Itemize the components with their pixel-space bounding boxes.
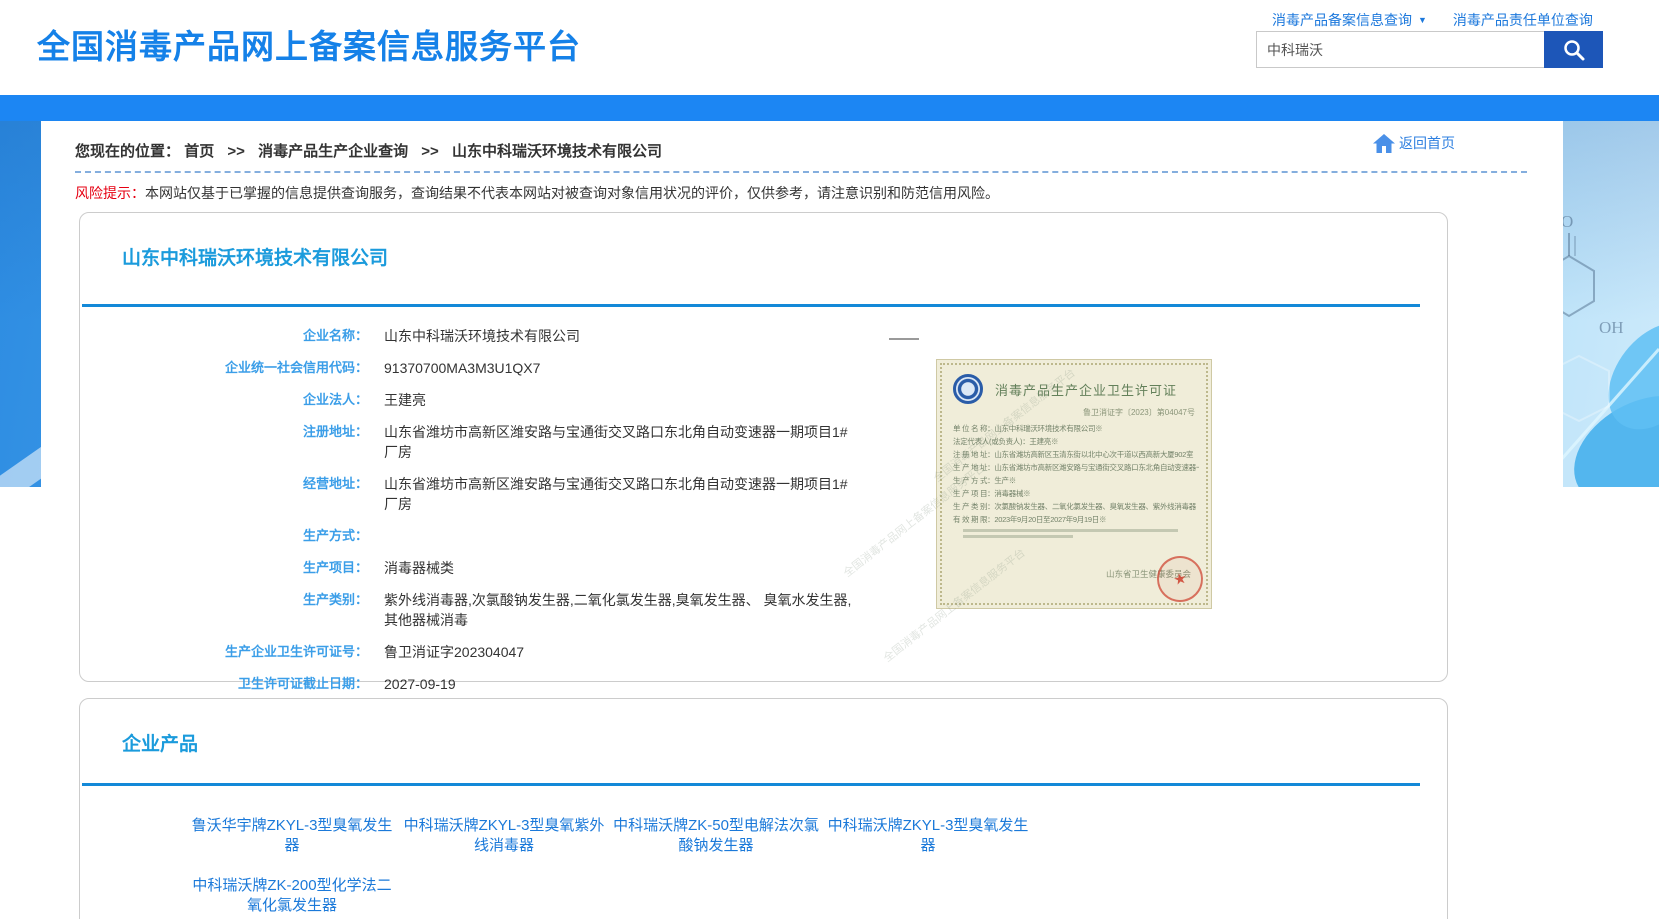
field-value: 消毒器械类 bbox=[384, 558, 454, 578]
breadcrumb-prefix: 您现在的位置： bbox=[75, 143, 180, 160]
page-title: 全国消毒产品网上备案信息服务平台 bbox=[37, 20, 581, 68]
breadcrumb-separator: >> bbox=[421, 143, 439, 160]
image-placeholder-dash bbox=[889, 338, 919, 340]
field-row: 企业法人： 王建亮 bbox=[80, 390, 880, 410]
nav-link-filing-query[interactable]: 消毒产品备案信息查询 ▼ bbox=[1272, 10, 1427, 30]
nav-link-unit-query-label: 消毒产品责任单位查询 bbox=[1453, 10, 1593, 30]
field-value: 山东省潍坊市高新区潍安路与宝通街交叉路口东北角自动变速器一期项目1#厂房 bbox=[384, 474, 854, 514]
product-link[interactable]: 中科瑞沃牌ZKYL-3型臭氧发生器 bbox=[822, 816, 1034, 856]
field-value: 紫外线消毒器,次氯酸钠发生器,二氧化氯发生器,臭氧发生器、 臭氧水发生器,其他器… bbox=[384, 590, 854, 630]
certificate-emblem-icon bbox=[953, 374, 983, 404]
certificate-header: 消毒产品生产企业卫生许可证 bbox=[937, 360, 1211, 404]
breadcrumb-item-home[interactable]: 首页 bbox=[184, 143, 214, 160]
field-row: 生产项目： 消毒器械类 bbox=[80, 558, 880, 578]
field-value: 91370700MA3M3U1QX7 bbox=[384, 358, 540, 378]
products-card: 企业产品 鲁沃华宇牌ZKYL-3型臭氧发生器 中科瑞沃牌ZKYL-3型臭氧紫外线… bbox=[79, 698, 1448, 919]
certificate-line: 法定代表人(或负责人)：王建亮※ bbox=[953, 435, 1199, 448]
field-value: 2027-09-19 bbox=[384, 674, 456, 694]
field-row: 生产企业卫生许可证号： 鲁卫消证字202304047 bbox=[80, 642, 880, 662]
section-underline bbox=[82, 783, 1420, 786]
product-list: 鲁沃华宇牌ZKYL-3型臭氧发生器 中科瑞沃牌ZKYL-3型臭氧紫外线消毒器 中… bbox=[186, 816, 1086, 919]
certificate-note-bar bbox=[963, 529, 1178, 532]
field-label: 卫生许可证截止日期： bbox=[80, 674, 368, 694]
risk-notice-label: 风险提示： bbox=[75, 185, 145, 201]
certificate-line: 单 位 名 称：山东中科瑞沃环境技术有限公司※ bbox=[953, 422, 1199, 435]
field-label: 生产企业卫生许可证号： bbox=[80, 642, 368, 662]
risk-notice: 风险提示：本网站仅基于已掌握的信息提供查询服务，查询结果不代表本网站对被查询对象… bbox=[75, 183, 999, 203]
license-certificate-image: 全国消毒产品网上备案信息服务平台 全国消毒产品网上备案信息服务平台 全国消毒产品… bbox=[881, 347, 1213, 615]
field-label: 企业统一社会信用代码： bbox=[80, 358, 368, 378]
certificate-body: 单 位 名 称：山东中科瑞沃环境技术有限公司※ 法定代表人(或负责人)：王建亮※… bbox=[937, 418, 1211, 526]
svg-text:OH: OH bbox=[1599, 318, 1624, 337]
field-row: 企业统一社会信用代码： 91370700MA3M3U1QX7 bbox=[80, 358, 880, 378]
official-seal-icon: ★ bbox=[1153, 552, 1208, 607]
field-label: 企业法人： bbox=[80, 390, 368, 410]
field-label: 经营地址： bbox=[80, 474, 368, 514]
search-bar bbox=[1256, 31, 1603, 68]
content-wrapper: 您现在的位置： 首页 >> 消毒产品生产企业查询 >> 山东中科瑞沃环境技术有限… bbox=[41, 121, 1563, 919]
field-value: 鲁卫消证字202304047 bbox=[384, 642, 524, 662]
chevron-down-icon: ▼ bbox=[1418, 15, 1427, 25]
certificate-number: 鲁卫消证字〔2023〕第04047号 bbox=[937, 407, 1211, 418]
company-info-card: 山东中科瑞沃环境技术有限公司 企业名称： 山东中科瑞沃环境技术有限公司 企业统一… bbox=[79, 212, 1448, 682]
seal-star-icon: ★ bbox=[1172, 569, 1189, 589]
breadcrumb-item-current: 山东中科瑞沃环境技术有限公司 bbox=[452, 143, 662, 160]
products-title: 企业产品 bbox=[122, 729, 198, 756]
certificate-note-bar bbox=[963, 535, 1073, 538]
product-link[interactable]: 中科瑞沃牌ZKYL-3型臭氧紫外线消毒器 bbox=[398, 816, 610, 856]
product-link[interactable]: 中科瑞沃牌ZK-200型化学法二氧化氯发生器 bbox=[186, 876, 398, 916]
field-label: 生产项目： bbox=[80, 558, 368, 578]
return-home-link[interactable]: 返回首页 bbox=[1373, 133, 1455, 153]
nav-link-filing-query-label: 消毒产品备案信息查询 bbox=[1272, 10, 1412, 30]
home-icon bbox=[1373, 134, 1395, 153]
company-fields: 企业名称： 山东中科瑞沃环境技术有限公司 企业统一社会信用代码： 9137070… bbox=[80, 326, 880, 706]
field-row: 经营地址： 山东省潍坊市高新区潍安路与宝通街交叉路口东北角自动变速器一期项目1#… bbox=[80, 474, 880, 514]
certificate-title: 消毒产品生产企业卫生许可证 bbox=[995, 380, 1177, 399]
field-value: 山东中科瑞沃环境技术有限公司 bbox=[384, 326, 580, 346]
product-link[interactable]: 中科瑞沃牌ZK-50型电解法次氯酸钠发生器 bbox=[610, 816, 822, 856]
dashed-divider bbox=[75, 171, 1527, 173]
product-link[interactable]: 鲁沃华宇牌ZKYL-3型臭氧发生器 bbox=[186, 816, 398, 856]
certificate-line: 有 效 期 限：2023年9月20日至2027年9月19日※ bbox=[953, 513, 1199, 526]
top-band bbox=[0, 95, 1659, 121]
certificate-line: 生 产 项 目：消毒器械※ bbox=[953, 487, 1199, 500]
certificate-line: 生 产 类 别：次氯酸钠发生器、二氧化氯发生器、臭氧发生器、紫外线消毒器 bbox=[953, 500, 1199, 513]
certificate-line: 注 册 地 址：山东省潍坊高新区玉清东街以北中心次干道以西高新大厦902室 bbox=[953, 448, 1199, 461]
breadcrumb: 您现在的位置： 首页 >> 消毒产品生产企业查询 >> 山东中科瑞沃环境技术有限… bbox=[75, 140, 662, 161]
company-name-title: 山东中科瑞沃环境技术有限公司 bbox=[122, 243, 388, 270]
certificate-note bbox=[937, 529, 1211, 538]
field-label: 企业名称： bbox=[80, 326, 368, 346]
certificate-line: 生 产 地 址：山东省潍坊市高新区潍安路与宝通街交叉路口东北角自动变速器一期项目… bbox=[953, 461, 1199, 474]
field-value: 山东省潍坊市高新区潍安路与宝通街交叉路口东北角自动变速器一期项目1#厂房 bbox=[384, 422, 854, 462]
license-certificate: 消毒产品生产企业卫生许可证 鲁卫消证字〔2023〕第04047号 单 位 名 称… bbox=[936, 359, 1212, 609]
nav-link-unit-query[interactable]: 消毒产品责任单位查询 bbox=[1453, 10, 1593, 30]
search-button[interactable] bbox=[1544, 31, 1603, 68]
certificate-line: 生 产 方 式：生产※ bbox=[953, 474, 1199, 487]
field-label: 生产类别： bbox=[80, 590, 368, 630]
field-label: 生产方式： bbox=[80, 526, 368, 546]
field-label: 注册地址： bbox=[80, 422, 368, 462]
field-row: 生产类别： 紫外线消毒器,次氯酸钠发生器,二氧化氯发生器,臭氧发生器、 臭氧水发… bbox=[80, 590, 880, 630]
risk-notice-text: 本网站仅基于已掌握的信息提供查询服务，查询结果不代表本网站对被查询对象信用状况的… bbox=[145, 185, 999, 201]
field-row: 企业名称： 山东中科瑞沃环境技术有限公司 bbox=[80, 326, 880, 346]
search-input[interactable] bbox=[1256, 31, 1544, 68]
field-row: 卫生许可证截止日期： 2027-09-19 bbox=[80, 674, 880, 694]
section-underline bbox=[82, 304, 1420, 307]
breadcrumb-item-company-query[interactable]: 消毒产品生产企业查询 bbox=[258, 143, 408, 160]
page: 全国消毒产品网上备案信息服务平台 消毒产品备案信息查询 ▼ 消毒产品责任单位查询 bbox=[0, 0, 1659, 919]
field-value: 王建亮 bbox=[384, 390, 426, 410]
return-home-label: 返回首页 bbox=[1399, 133, 1455, 153]
search-icon bbox=[1562, 38, 1586, 62]
field-row: 注册地址： 山东省潍坊市高新区潍安路与宝通街交叉路口东北角自动变速器一期项目1#… bbox=[80, 422, 880, 462]
top-nav: 消毒产品备案信息查询 ▼ 消毒产品责任单位查询 bbox=[1272, 10, 1593, 30]
field-row: 生产方式： bbox=[80, 526, 880, 546]
breadcrumb-separator: >> bbox=[227, 143, 245, 160]
